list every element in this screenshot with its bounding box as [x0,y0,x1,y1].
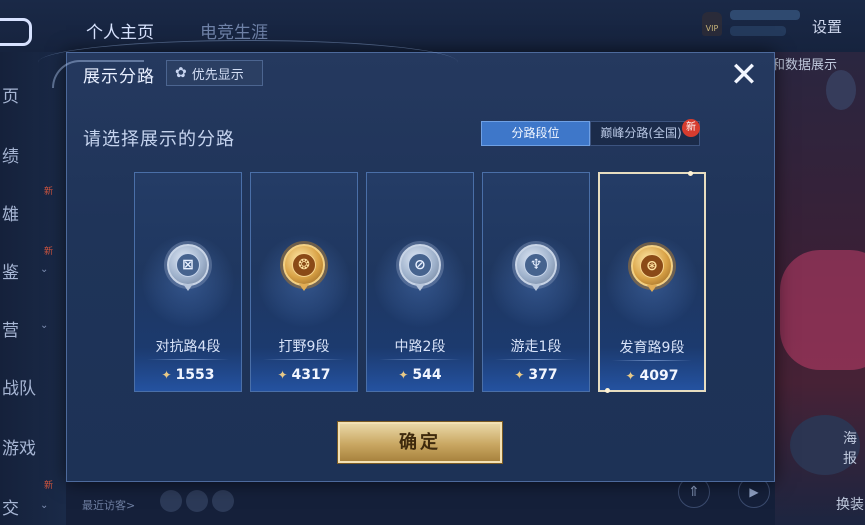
lane-card[interactable]: ♆ 游走1段 ✦ 377 [482,172,590,392]
priority-display-button[interactable]: ✿ 优先显示 [166,60,263,86]
lane-score-value: 377 [528,367,558,383]
lane-score: ✦ 4097 [600,368,704,384]
sidebar-item-home[interactable]: 页 [2,82,19,107]
lane-symbol-icon: ⊠ [176,253,200,277]
new-badge: 新 [44,481,54,491]
vip-info [730,10,800,20]
divider [612,360,692,361]
lane-card[interactable]: ⊘ 中路2段 ✦ 544 [366,172,474,392]
new-badge: 新 [44,187,54,197]
divider [495,359,577,360]
new-badge: 新 [44,247,54,257]
avatar[interactable] [160,490,182,512]
decoration [826,70,856,110]
avatar[interactable] [212,490,234,512]
new-badge: 新 [682,119,700,137]
lane-card[interactable]: ❂ 打野9段 ✦ 4317 [250,172,358,392]
recent-visitors-link[interactable]: 最近访客> [82,497,135,513]
sidebar-item-heroes[interactable]: 雄 [2,200,19,225]
lane-emblem-icon: ❂ [283,244,325,286]
divider [379,359,461,360]
sidebar-item-guide[interactable]: 鉴 [2,258,19,283]
decoration [780,250,865,370]
lane-emblem-icon: ⊛ [631,245,673,287]
corner-marker [688,171,693,176]
lane-symbol-icon: ♆ [524,253,548,277]
emblem-tip [531,284,541,291]
gear-icon: ✿ [175,65,187,81]
lane-card[interactable]: ⊛ 发育路9段 ✦ 4097 [598,171,706,393]
chevron-down-icon: ⌄ [40,320,49,331]
lane-emblem-icon: ⊘ [399,244,441,286]
lane-score-value: 544 [412,367,442,383]
vip-info-secondary [730,26,786,36]
emblem-tip [299,284,309,291]
dialog-title: 展示分路 [83,67,155,87]
lane-rank-label: 打野9段 [278,339,330,355]
divider [263,359,345,360]
settings-link[interactable]: 设置 [812,16,842,37]
chevron-down-icon: ⌄ [40,500,49,511]
lane-score-value: 4097 [639,368,679,384]
lane-score: ✦ 377 [483,367,589,383]
lane-rank-label: 发育路9段 [619,340,685,356]
tab-lane-rank[interactable]: 分路段位 [481,121,590,146]
emblem-tip [415,284,425,291]
sidebar-item-social[interactable]: 交 [2,494,19,519]
lane-score: ✦ 4317 [251,367,357,383]
lane-score: ✦ 1553 [135,367,241,383]
score-icon: ✦ [398,368,409,382]
lane-score-value: 4317 [291,367,331,383]
lane-symbol-icon: ⊘ [408,253,432,277]
lane-card[interactable]: ⊠ 对抗路4段 ✦ 1553 [134,172,242,392]
score-icon: ✦ [161,368,172,382]
corner-marker [605,388,610,393]
close-button[interactable]: ✕ [724,57,764,93]
sidebar-item-record[interactable]: 绩 [2,142,19,167]
emblem-tip [647,285,657,292]
lane-emblem-icon: ♆ [515,244,557,286]
lane-symbol-icon: ❂ [292,253,316,277]
lane-score-value: 1553 [175,367,215,383]
lane-symbol-icon: ⊛ [640,254,664,278]
priority-display-label: 优先显示 [191,67,244,83]
lane-rank-label: 对抗路4段 [155,339,221,355]
emblem-tip [183,284,193,291]
tab-profile[interactable]: 个人主页 [86,18,154,43]
lane-rank-label: 游走1段 [510,339,562,355]
close-icon: ✕ [729,55,759,95]
change-outfit-button[interactable]: 换装 [836,494,864,514]
lane-rank-label: 中路2段 [394,339,446,355]
confirm-button[interactable]: 确定 [338,422,502,463]
avatar[interactable] [186,490,208,512]
score-icon: ✦ [514,368,525,382]
data-display-link[interactable]: 和数据展示 [772,54,837,73]
lane-emblem-icon: ⊠ [167,244,209,286]
sidebar-item-team[interactable]: 战队 [2,374,36,399]
divider [147,359,229,360]
score-icon: ✦ [625,369,636,383]
lane-score: ✦ 544 [367,367,473,383]
chevron-down-icon: ⌄ [40,264,49,275]
poster-button[interactable]: 海报 [843,428,865,468]
back-button[interactable] [0,18,32,46]
sidebar-item-games[interactable]: 游戏 [2,434,36,459]
select-lane-prompt: 请选择展示的分路 [83,129,235,150]
sidebar-item-camp[interactable]: 营 [2,316,19,341]
score-icon: ✦ [277,368,288,382]
vip-icon: VIP [702,12,722,36]
